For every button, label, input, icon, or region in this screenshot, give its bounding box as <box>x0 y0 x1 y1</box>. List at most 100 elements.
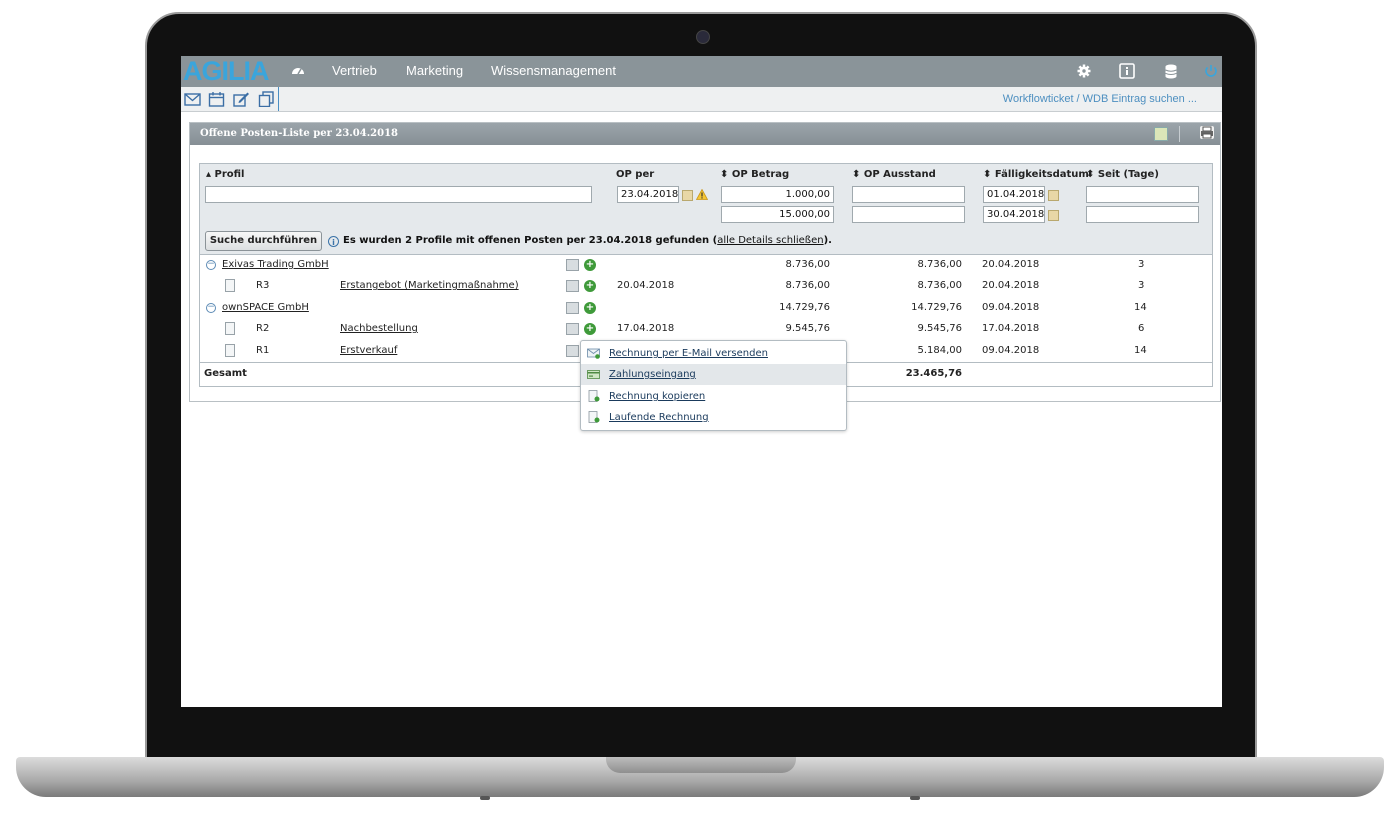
filter-area: ▴ Profil OP per ⬍ OP Betrag ⬍ OP Ausstan… <box>200 164 1212 255</box>
op-per-cell: 17.04.2018 <box>617 323 675 334</box>
workflow-search-link[interactable]: Workflowticket / WDB Eintrag suchen ... <box>1003 87 1197 111</box>
add-icon[interactable]: + <box>584 323 596 335</box>
panel-title: Offene Posten-Liste per 23.04.2018 <box>200 128 399 139</box>
faellig-from-input[interactable]: 01.04.2018 <box>983 186 1045 203</box>
info-icon[interactable] <box>1119 63 1135 79</box>
nav-vertrieb[interactable]: Vertrieb <box>332 56 377 85</box>
export-icon[interactable] <box>1154 127 1168 141</box>
total-label: Gesamt <box>204 368 247 379</box>
seit-from-input[interactable] <box>1086 186 1199 203</box>
copy-icon[interactable] <box>258 91 275 107</box>
column-header-faelligkeitsdatum[interactable]: ⬍ Fälligkeitsdatum <box>983 169 1089 180</box>
camera <box>696 30 710 44</box>
calendar-picker-icon[interactable] <box>682 190 693 201</box>
logo: AGILIA <box>183 56 269 86</box>
document-action-icon[interactable] <box>566 280 579 292</box>
op-ausstand-from-input[interactable] <box>852 186 965 203</box>
recurring-invoice-icon <box>588 411 600 423</box>
table-row: R3 Erstangebot (Marketingmaßnahme) + 20.… <box>200 276 1212 297</box>
column-header-profil[interactable]: ▴ Profil <box>206 169 244 180</box>
menu-item-label: Rechnung kopieren <box>609 391 706 402</box>
op-ausstand-cell: 9.545,76 <box>917 323 962 334</box>
menu-item-recurring-invoice[interactable]: Laufende Rechnung <box>581 407 846 428</box>
document-action-icon[interactable] <box>566 345 579 357</box>
database-icon[interactable] <box>1163 63 1179 79</box>
op-per-date-input[interactable]: 23.04.2018 <box>617 186 679 203</box>
faellig-to-input[interactable]: 30.04.2018 <box>983 206 1045 223</box>
seit-cell: 14 <box>1134 302 1147 313</box>
panel-header-separator <box>1179 126 1180 142</box>
invoice-link[interactable]: Erstverkauf <box>340 345 397 356</box>
menu-item-label: Rechnung per E-Mail versenden <box>609 348 768 359</box>
table-row: − Exivas Trading GmbH + 8.736,00 8.736,0… <box>200 255 1212 276</box>
invoice-document-icon <box>225 344 235 357</box>
menu-item-copy-invoice[interactable]: Rechnung kopieren <box>581 386 846 407</box>
document-action-icon[interactable] <box>566 259 579 271</box>
calendar-picker-icon[interactable] <box>1048 190 1059 201</box>
email-invoice-icon <box>587 348 600 359</box>
warning-icon <box>696 189 708 200</box>
invoice-link[interactable]: Erstangebot (Marketingmaßnahme) <box>340 280 519 291</box>
dashboard-icon[interactable] <box>291 65 305 75</box>
faelligkeit-cell: 20.04.2018 <box>982 280 1040 291</box>
search-result-info: i Es wurden 2 Profile mit offenen Posten … <box>328 235 832 247</box>
column-header-op-per[interactable]: OP per <box>616 169 654 180</box>
faelligkeit-cell: 09.04.2018 <box>982 302 1040 313</box>
invoice-link[interactable]: Nachbestellung <box>340 323 418 334</box>
power-icon[interactable] <box>1203 63 1219 79</box>
seit-cell: 6 <box>1138 323 1145 334</box>
profile-link[interactable]: ownSPACE GmbH <box>222 302 309 313</box>
menu-item-label: Laufende Rechnung <box>609 412 709 423</box>
laptop-notch <box>606 757 796 773</box>
invoice-number: R3 <box>256 280 270 291</box>
screen: AGILIA Vertrieb Marketing Wissensmanagem… <box>181 56 1222 707</box>
calendar-icon[interactable] <box>208 91 225 107</box>
faelligkeit-cell: 20.04.2018 <box>982 259 1040 270</box>
close-all-details-link[interactable]: alle Details schließen <box>717 235 823 246</box>
column-header-seit-tage[interactable]: ⬍ Seit (Tage) <box>1086 169 1159 180</box>
column-header-op-ausstand[interactable]: ⬍ OP Ausstand <box>852 169 936 180</box>
op-ausstand-to-input[interactable] <box>852 206 965 223</box>
add-icon[interactable]: + <box>584 259 596 271</box>
profile-link[interactable]: Exivas Trading GmbH <box>222 259 329 270</box>
invoice-number: R2 <box>256 323 270 334</box>
invoice-number: R1 <box>256 345 270 356</box>
collapse-icon[interactable]: − <box>206 260 216 270</box>
context-menu: Rechnung per E-Mail versenden Zahlungsei… <box>580 340 847 431</box>
op-betrag-to-input[interactable]: 15.000,00 <box>721 206 834 223</box>
edit-icon[interactable] <box>233 91 250 107</box>
nav-wissensmanagement[interactable]: Wissensmanagement <box>491 56 616 85</box>
faelligkeit-cell: 09.04.2018 <box>982 345 1040 356</box>
faelligkeit-cell: 17.04.2018 <box>982 323 1040 334</box>
gear-icon[interactable] <box>1076 63 1092 79</box>
profil-filter-input[interactable] <box>205 186 592 203</box>
menu-item-payment-received[interactable]: Zahlungseingang <box>581 364 846 385</box>
mail-icon[interactable] <box>184 91 201 107</box>
print-icon[interactable] <box>1200 126 1214 139</box>
laptop-foot <box>480 796 490 800</box>
column-header-op-betrag[interactable]: ⬍ OP Betrag <box>720 169 789 180</box>
menu-item-email-invoice[interactable]: Rechnung per E-Mail versenden <box>581 343 846 364</box>
info-circle-icon: i <box>328 236 339 247</box>
op-per-cell: 20.04.2018 <box>617 280 675 291</box>
copy-invoice-icon <box>588 390 600 402</box>
table-row: − ownSPACE GmbH + 14.729,76 14.729,76 09… <box>200 298 1212 319</box>
payment-icon <box>587 370 600 379</box>
add-icon[interactable]: + <box>584 280 596 292</box>
seit-cell: 3 <box>1138 259 1145 270</box>
menu-item-label: Zahlungseingang <box>609 369 696 380</box>
op-betrag-from-input[interactable]: 1.000,00 <box>721 186 834 203</box>
document-action-icon[interactable] <box>566 302 579 314</box>
panel-header: Offene Posten-Liste per 23.04.2018 <box>190 123 1220 145</box>
add-icon[interactable]: + <box>584 302 596 314</box>
seit-to-input[interactable] <box>1086 206 1199 223</box>
seit-cell: 3 <box>1138 280 1145 291</box>
search-result-text-end: ). <box>823 235 832 246</box>
nav-marketing[interactable]: Marketing <box>406 56 463 85</box>
toolbar: Workflowticket / WDB Eintrag suchen ... <box>181 87 1222 112</box>
search-result-text: Es wurden 2 Profile mit offenen Posten p… <box>343 235 718 246</box>
document-action-icon[interactable] <box>566 323 579 335</box>
collapse-icon[interactable]: − <box>206 303 216 313</box>
calendar-picker-icon[interactable] <box>1048 210 1059 221</box>
search-button[interactable]: Suche durchführen <box>205 231 322 251</box>
